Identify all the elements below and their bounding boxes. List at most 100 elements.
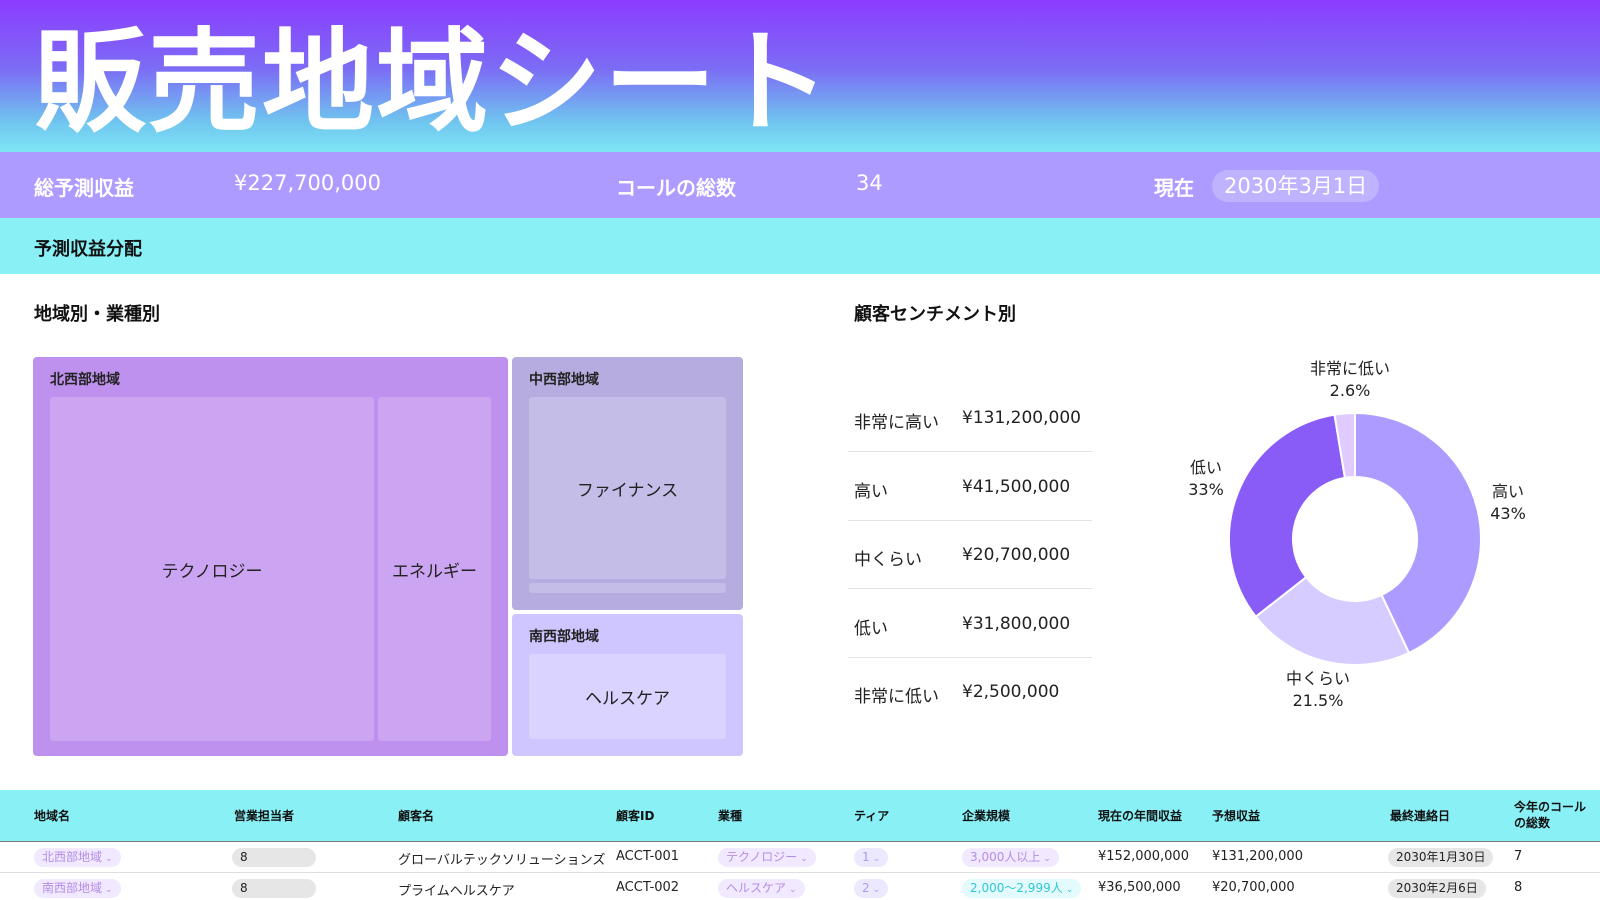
sentiment-title: 顧客センチメント別 [854, 304, 1016, 325]
treemap-region-midwest[interactable]: 中西部地域 ファイナンス [512, 357, 743, 610]
treemap-region-southwest[interactable]: 南西部地域 ヘルスケア [512, 614, 743, 756]
last-contact-date[interactable]: 2030年2月6日 [1388, 879, 1486, 898]
revenue-value: ¥227,700,000 [234, 171, 381, 195]
tier-select[interactable]: 2 ⌄ [854, 879, 889, 898]
chevron-down-icon: ⌄ [789, 885, 797, 895]
chevron-down-icon: ⌄ [1065, 885, 1074, 895]
industry-select[interactable]: テクノロジー ⌄ [718, 848, 816, 867]
date-field[interactable]: 2030年3月1日 [1212, 170, 1380, 202]
sentiment-label: 非常に低い [854, 687, 939, 707]
col-last-contact[interactable]: 最終連絡日 [1390, 808, 1450, 824]
header-banner: 販売地域シート [0, 0, 1600, 152]
col-calls-line1: 今年のコール [1514, 800, 1587, 814]
current-revenue: ¥152,000,000 [1098, 849, 1189, 864]
region-label: 中西部地域 [529, 372, 599, 388]
col-region[interactable]: 地域名 [34, 808, 70, 824]
col-tier[interactable]: ティア [854, 808, 889, 824]
current-revenue: ¥36,500,000 [1098, 880, 1181, 895]
customer-id: ACCT-001 [616, 849, 680, 864]
treemap-cell-finance[interactable]: ファイナンス [529, 397, 726, 579]
cell-label: テクノロジー [161, 561, 263, 582]
treemap-cell-technology[interactable]: テクノロジー [50, 397, 374, 741]
tier-value: 1 [862, 850, 870, 864]
industry-select[interactable]: ヘルスケア ⌄ [718, 879, 805, 898]
last-contact-date[interactable]: 2030年1月30日 [1388, 848, 1494, 867]
slice-percent: 43% [1490, 504, 1526, 523]
donut-label-low: 低い 33% [1176, 457, 1236, 501]
chevron-down-icon: ⌄ [872, 854, 881, 864]
sentiment-label: 低い [854, 619, 888, 639]
col-customer[interactable]: 顧客名 [398, 808, 434, 824]
rep-field[interactable]: 8 [232, 848, 316, 867]
col-current-revenue[interactable]: 現在の年間収益 [1098, 808, 1182, 824]
sentiment-value: ¥31,800,000 [962, 614, 1071, 634]
region-select[interactable]: 南西部地域 ⌄ [34, 879, 121, 898]
col-calls[interactable]: 今年のコール の総数 [1514, 799, 1586, 831]
sentiment-row: 中くらい ¥20,700,000 [848, 521, 1092, 589]
date-label: 現在 [1154, 176, 1194, 200]
sentiment-value: ¥20,700,000 [962, 545, 1071, 565]
slice-label: 低い [1189, 458, 1222, 477]
treemap-cell-small[interactable] [529, 583, 726, 593]
page-title: 販売地域シート [34, 18, 832, 148]
size-select[interactable]: 2,000〜2,999人 ⌄ [962, 879, 1082, 898]
calls-label: コールの総数 [616, 176, 736, 200]
sentiment-value: ¥41,500,000 [962, 477, 1071, 497]
size-value: 3,000人以上 [970, 850, 1041, 864]
chevron-down-icon: ⌄ [1043, 854, 1051, 864]
forecast-revenue: ¥131,200,000 [1212, 849, 1303, 864]
chevron-down-icon: ⌄ [872, 885, 881, 895]
donut-label-very-low: 非常に低い 2.6% [1300, 358, 1400, 402]
sentiment-label: 非常に高い [854, 413, 939, 433]
cell-label: ヘルスケア [585, 689, 670, 709]
col-calls-line2: の総数 [1514, 816, 1551, 830]
region-value: 北西部地域 [42, 850, 103, 864]
sentiment-row: 非常に低い ¥2,500,000 [848, 658, 1092, 726]
slice-label: 高い [1491, 482, 1524, 501]
revenue-label: 総予測収益 [34, 176, 134, 200]
cell-label: ファイナンス [576, 480, 679, 501]
forecast-revenue: ¥20,700,000 [1212, 880, 1295, 895]
col-industry[interactable]: 業種 [718, 808, 742, 824]
sentiment-row: 低い ¥31,800,000 [848, 590, 1092, 658]
slice-percent: 21.5% [1292, 691, 1344, 710]
slice-percent: 33% [1188, 480, 1224, 499]
region-value: 南西部地域 [42, 881, 103, 895]
col-forecast-revenue[interactable]: 予想収益 [1212, 808, 1260, 824]
region-label: 南西部地域 [529, 629, 599, 645]
table-header: 地域名 営業担当者 顧客名 顧客ID 業種 ティア 企業規模 現在の年間収益 予… [0, 790, 1600, 842]
treemap-region-northwest[interactable]: 北西部地域 テクノロジー エネルギー [33, 357, 508, 756]
treemap-title: 地域別・業種別 [34, 304, 160, 325]
col-rep[interactable]: 営業担当者 [234, 808, 294, 824]
section-title: 予測収益分配 [34, 239, 142, 260]
table-row[interactable]: 北西部地域 ⌄ 8 グローバルテックソリューションズ ACCT-001 テクノロジ… [0, 842, 1600, 873]
donut-label-high: 高い 43% [1478, 481, 1538, 525]
size-select[interactable]: 3,000人以上 ⌄ [962, 848, 1059, 867]
col-customer-id[interactable]: 顧客ID [616, 808, 654, 824]
sentiment-value: ¥131,200,000 [962, 408, 1081, 428]
chevron-down-icon: ⌄ [800, 854, 808, 864]
calls-value: 34 [856, 171, 883, 195]
treemap-cell-energy[interactable]: エネルギー [378, 397, 491, 741]
rep-field[interactable]: 8 [232, 879, 316, 898]
treemap-cell-healthcare[interactable]: ヘルスケア [529, 654, 726, 739]
call-count: 8 [1514, 880, 1523, 895]
col-company-size[interactable]: 企業規模 [962, 808, 1010, 824]
region-select[interactable]: 北西部地域 ⌄ [34, 848, 121, 867]
slice-percent: 2.6% [1329, 381, 1371, 400]
table-row[interactable]: 南西部地域 ⌄ 8 プライムヘルスケア ACCT-002 ヘルスケア ⌄ 2 ⌄ 2,… [0, 873, 1600, 900]
sentiment-label: 高い [854, 482, 888, 502]
region-label: 北西部地域 [50, 372, 120, 388]
industry-value: ヘルスケア [726, 881, 787, 895]
size-value: 2,000〜2,999人 [970, 881, 1063, 895]
industry-value: テクノロジー [726, 850, 798, 864]
tier-select[interactable]: 1 ⌄ [854, 848, 889, 867]
slice-label: 非常に低い [1309, 359, 1390, 378]
cell-label: エネルギー [392, 561, 477, 582]
slice-label: 中くらい [1285, 669, 1350, 688]
sentiment-donut-chart [1228, 411, 1482, 666]
donut-slice-2[interactable] [1228, 413, 1347, 619]
call-count: 7 [1514, 849, 1523, 864]
sentiment-label: 中くらい [854, 550, 922, 570]
chevron-down-icon: ⌄ [105, 854, 113, 864]
